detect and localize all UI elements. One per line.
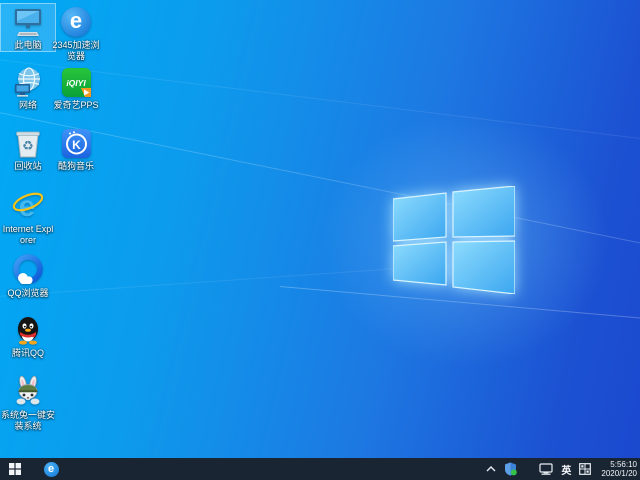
desktop-icon-internet-explorer[interactable]: e Internet Explorer [1,188,55,246]
desktop-icon-label: 爱奇艺PPS [53,100,99,110]
iqiyi-pps-icon: iQIYI [59,65,93,99]
svg-text:K: K [72,138,81,152]
desktop-icon-tencent-qq[interactable]: 腾讯QQ [1,312,55,359]
chevron-up-icon [486,466,496,472]
network-tray-icon[interactable] [539,458,554,480]
input-language-indicator[interactable]: 英 [561,458,571,480]
recycle-bin-icon: ♻ [11,126,45,160]
system-rabbit-icon [11,375,45,409]
taskbar-2345-browser-button[interactable]: e [36,458,66,480]
network-icon [11,65,45,99]
taskbar: e 英 5:56:10 2020/1/20 [0,458,640,480]
svg-text:♻: ♻ [22,138,34,153]
windows-start-icon [9,463,21,475]
this-pc-icon [11,5,45,39]
kugou-music-icon: K [59,126,93,160]
desktop-icon-label: QQ浏览器 [7,288,49,298]
2345-browser-taskbar-icon: e [43,461,59,477]
desktop-icon-2345-browser[interactable]: e 2345加速浏览器 [49,4,103,62]
desktop-icon-label: 酷狗音乐 [57,161,94,171]
desktop-icon-label: 网络 [18,100,37,110]
ethernet-display-icon [539,463,554,475]
svg-text:iQIYI: iQIYI [66,78,86,88]
ime-grid-icon [579,463,592,475]
desktop-icon-label: 回收站 [14,161,42,171]
desktop-icon-iqiyi-pps[interactable]: iQIYI 爱奇艺PPS [49,64,103,111]
clock-time: 5:56:10 [610,459,637,469]
desktop-icon-kugou-music[interactable]: K 酷狗音乐 [49,125,103,172]
security-shield-tray-icon[interactable] [504,458,518,480]
desktop-icon-label: 系统兔一键安装系统 [1,410,56,431]
desktop-icon-qq-browser[interactable]: QQ浏览器 [1,252,55,299]
desktop-icon-network[interactable]: 网络 [1,64,55,111]
windows-desktop-screen: 此电脑 网络 ♻ 回收站 e Internet Explorer QQ浏览器 腾… [0,0,640,480]
desktop-icon-system-rabbit[interactable]: 系统兔一键安装系统 [1,374,55,432]
desktop-icon-label: 腾讯QQ [11,348,44,358]
desktop-icon-this-pc[interactable]: 此电脑 [0,3,56,52]
system-tray: 英 5:56:10 2020/1/20 [486,458,637,480]
taskbar-clock[interactable]: 5:56:10 2020/1/20 [599,460,637,479]
ime-tray-icon[interactable] [579,458,592,480]
internet-explorer-icon: e [11,189,45,223]
desktop-icon-label: 此电脑 [14,40,42,50]
desktop-icon-label: 2345加速浏览器 [52,40,100,61]
show-hidden-icons-button[interactable] [486,458,496,480]
desktop-icon-recycle-bin[interactable]: ♻ 回收站 [1,125,55,172]
qq-browser-icon [11,253,45,287]
2345-browser-icon: e [59,5,93,39]
shield-icon [505,462,518,476]
desktop-wallpaper[interactable]: 此电脑 网络 ♻ 回收站 e Internet Explorer QQ浏览器 腾… [0,0,640,458]
windows-logo-wallpaper [393,186,515,294]
clock-date: 2020/1/20 [601,469,637,478]
tencent-qq-icon [11,313,45,347]
start-button[interactable] [0,458,30,480]
desktop-icon-label: Internet Explorer [2,224,54,245]
